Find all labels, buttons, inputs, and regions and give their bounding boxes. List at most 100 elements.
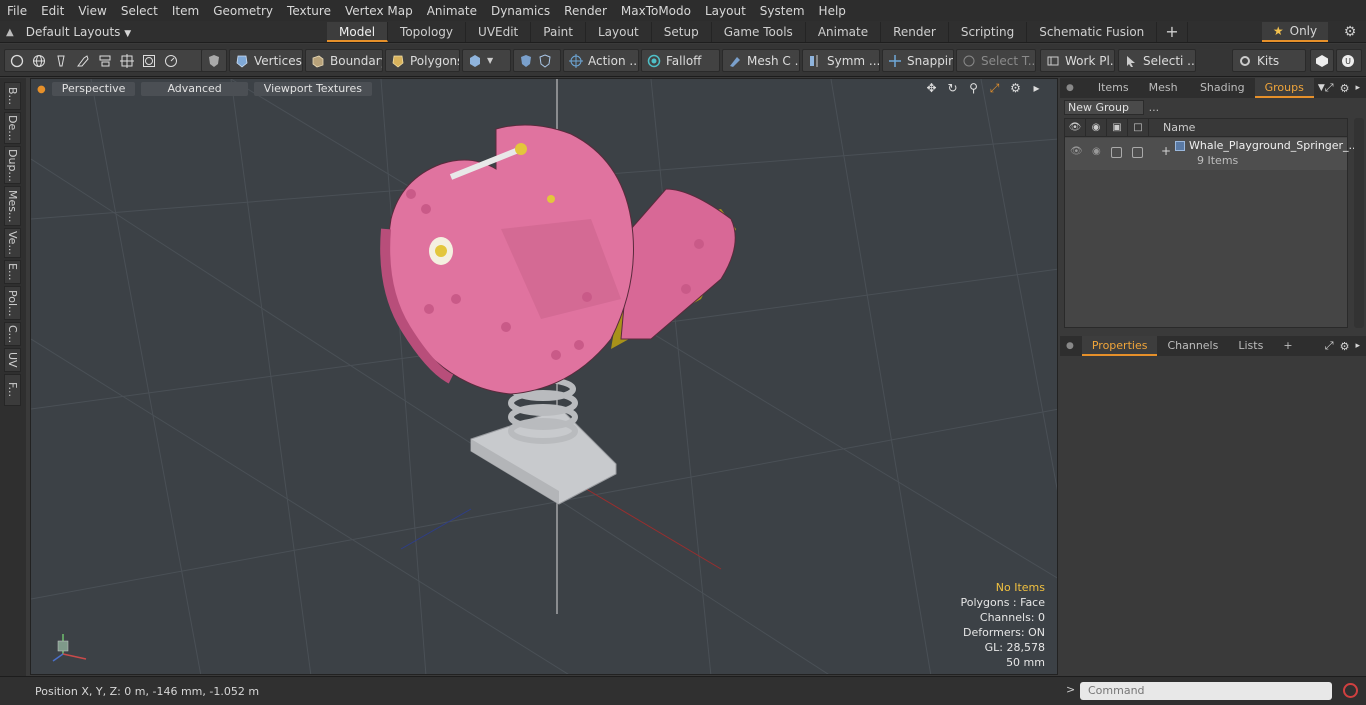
shield-blue-icon[interactable] (519, 54, 533, 68)
chevron-down-icon[interactable]: ▼ (1318, 83, 1325, 93)
tab-shading[interactable]: Shading (1190, 78, 1255, 98)
material-dropdown[interactable]: ▼ (462, 49, 511, 72)
expand-plus-icon[interactable]: + (1161, 144, 1171, 158)
advanced-button[interactable]: Advanced (141, 82, 248, 96)
lock-icon[interactable]: ▣ (1107, 118, 1128, 137)
left-tab-edge[interactable]: E... (4, 260, 21, 284)
tab-render[interactable]: Render (881, 22, 949, 42)
only-toggle[interactable]: ★ Only (1262, 22, 1328, 42)
square-circle-icon[interactable] (142, 54, 156, 68)
tab-mesh[interactable]: Mesh ... (1139, 78, 1190, 114)
groups-scrollbar[interactable] (1354, 118, 1364, 328)
tab-schematic-fusion[interactable]: Schematic Fusion (1027, 22, 1158, 42)
add-prop-tab-button[interactable]: + (1273, 336, 1302, 356)
tab-channels[interactable]: Channels (1157, 336, 1228, 356)
render-icon[interactable]: ◉ (1086, 118, 1107, 137)
eye-icon[interactable]: 👁 (1065, 118, 1086, 137)
tab-setup[interactable]: Setup (652, 22, 712, 42)
menu-select[interactable]: Select (114, 4, 165, 18)
left-tab-basic[interactable]: B... (4, 82, 21, 110)
layouts-dropdown[interactable]: ▲ Default Layouts ▼ (6, 24, 131, 40)
zoom-icon[interactable]: ⚲ (967, 82, 980, 95)
left-tab-mesh-edit[interactable]: Mes... (4, 186, 21, 226)
prop-gear-icon[interactable]: ⚙ (1340, 340, 1350, 353)
tab-uvedit[interactable]: UVEdit (466, 22, 532, 42)
left-tab-deform[interactable]: De... (4, 112, 21, 144)
viewport-textures-button[interactable]: Viewport Textures (253, 82, 372, 96)
select-through-button[interactable]: Select T... (956, 49, 1036, 72)
menu-help[interactable]: Help (812, 4, 853, 18)
play-icon[interactable]: ▸ (1030, 82, 1043, 95)
prop-arrow-icon[interactable]: ▸ (1355, 341, 1360, 351)
record-icon[interactable] (1343, 683, 1358, 698)
unity-button[interactable] (1310, 49, 1334, 72)
left-tab-duplicate[interactable]: Dup... (4, 146, 21, 184)
select-icon[interactable]: □ (1128, 118, 1149, 137)
selection-sets-button[interactable]: Selecti ... (1118, 49, 1196, 72)
tab-items[interactable]: Items (1088, 78, 1139, 98)
menu-maxtomodo[interactable]: MaxToModo (614, 4, 698, 18)
left-tab-polygon[interactable]: Pol... (4, 286, 21, 320)
tab-animate[interactable]: Animate (806, 22, 882, 42)
menu-render[interactable]: Render (557, 4, 614, 18)
tab-groups[interactable]: Groups (1254, 78, 1314, 98)
brush-icon[interactable] (76, 54, 90, 68)
unreal-button[interactable]: U (1336, 49, 1362, 72)
boundary-button[interactable]: Boundary (305, 49, 383, 72)
gear-icon[interactable]: ⚙ (1342, 24, 1358, 40)
grid-snap-icon[interactable] (120, 53, 134, 68)
menu-file[interactable]: File (0, 4, 34, 18)
new-group-button[interactable]: New Group (1064, 100, 1144, 115)
left-tab-vertex[interactable]: Ve... (4, 228, 21, 258)
tab-scripting[interactable]: Scripting (949, 22, 1028, 42)
menu-geometry[interactable]: Geometry (206, 4, 280, 18)
globe-icon[interactable] (32, 54, 46, 68)
clock-icon[interactable] (164, 54, 178, 68)
pen-icon[interactable] (54, 54, 68, 68)
menu-edit[interactable]: Edit (34, 4, 71, 18)
tab-paint[interactable]: Paint (531, 22, 586, 42)
action-center-button[interactable]: Action ... (563, 49, 639, 72)
menu-view[interactable]: View (71, 4, 113, 18)
tab-lists[interactable]: Lists (1228, 336, 1273, 356)
row-eye-icon[interactable]: 👁 (1070, 146, 1083, 157)
menu-dynamics[interactable]: Dynamics (484, 4, 557, 18)
work-plane-button[interactable]: Work Pl... (1040, 49, 1115, 72)
row-lock-checkbox[interactable] (1111, 147, 1122, 158)
vertices-button[interactable]: Vertices (229, 49, 303, 72)
panel-arrow-icon[interactable]: ▸ (1355, 83, 1360, 93)
tab-model[interactable]: Model (327, 22, 389, 42)
settings-icon[interactable]: ⚙ (1009, 82, 1022, 95)
tab-properties[interactable]: Properties (1081, 336, 1158, 356)
fit-icon[interactable]: ⤢ (988, 82, 1001, 95)
move-icon[interactable]: ✥ (925, 82, 938, 95)
expand-icon[interactable]: ⤢ (1325, 81, 1334, 95)
left-tab-curve[interactable]: C... (4, 322, 21, 346)
add-tab-button[interactable]: + (1157, 22, 1188, 42)
menu-animate[interactable]: Animate (420, 4, 484, 18)
rotate-icon[interactable]: ↻ (946, 82, 959, 95)
circle-select-icon[interactable] (10, 54, 24, 68)
mesh-constraint-button[interactable]: Mesh C ... (722, 49, 800, 72)
align-icon[interactable] (98, 54, 112, 68)
group-row[interactable]: 👁 ◉ + Whale_Playground_Springer_... 9 It… (1065, 138, 1359, 170)
panel-gear-icon[interactable]: ⚙ (1340, 82, 1350, 95)
kits-button[interactable]: Kits (1232, 49, 1306, 72)
falloff-button[interactable]: Falloff (641, 49, 720, 72)
tab-topology[interactable]: Topology (388, 22, 467, 42)
tab-layout[interactable]: Layout (586, 22, 652, 42)
command-input[interactable]: Command (1080, 682, 1332, 700)
menu-layout[interactable]: Layout (698, 4, 753, 18)
shield-button[interactable] (201, 49, 227, 72)
tab-game-tools[interactable]: Game Tools (712, 22, 806, 42)
menu-texture[interactable]: Texture (280, 4, 338, 18)
prop-expand-icon[interactable]: ⤢ (1325, 339, 1334, 353)
shield-outline-icon[interactable] (538, 53, 552, 68)
polygons-button[interactable]: Polygons (385, 49, 460, 72)
snapping-button[interactable]: Snapping (882, 49, 954, 72)
menu-vertex-map[interactable]: Vertex Map (338, 4, 420, 18)
menu-item[interactable]: Item (165, 4, 206, 18)
left-tab-fusion[interactable]: F... (4, 374, 21, 406)
menu-system[interactable]: System (753, 4, 812, 18)
left-tab-uv[interactable]: UV (4, 348, 21, 372)
